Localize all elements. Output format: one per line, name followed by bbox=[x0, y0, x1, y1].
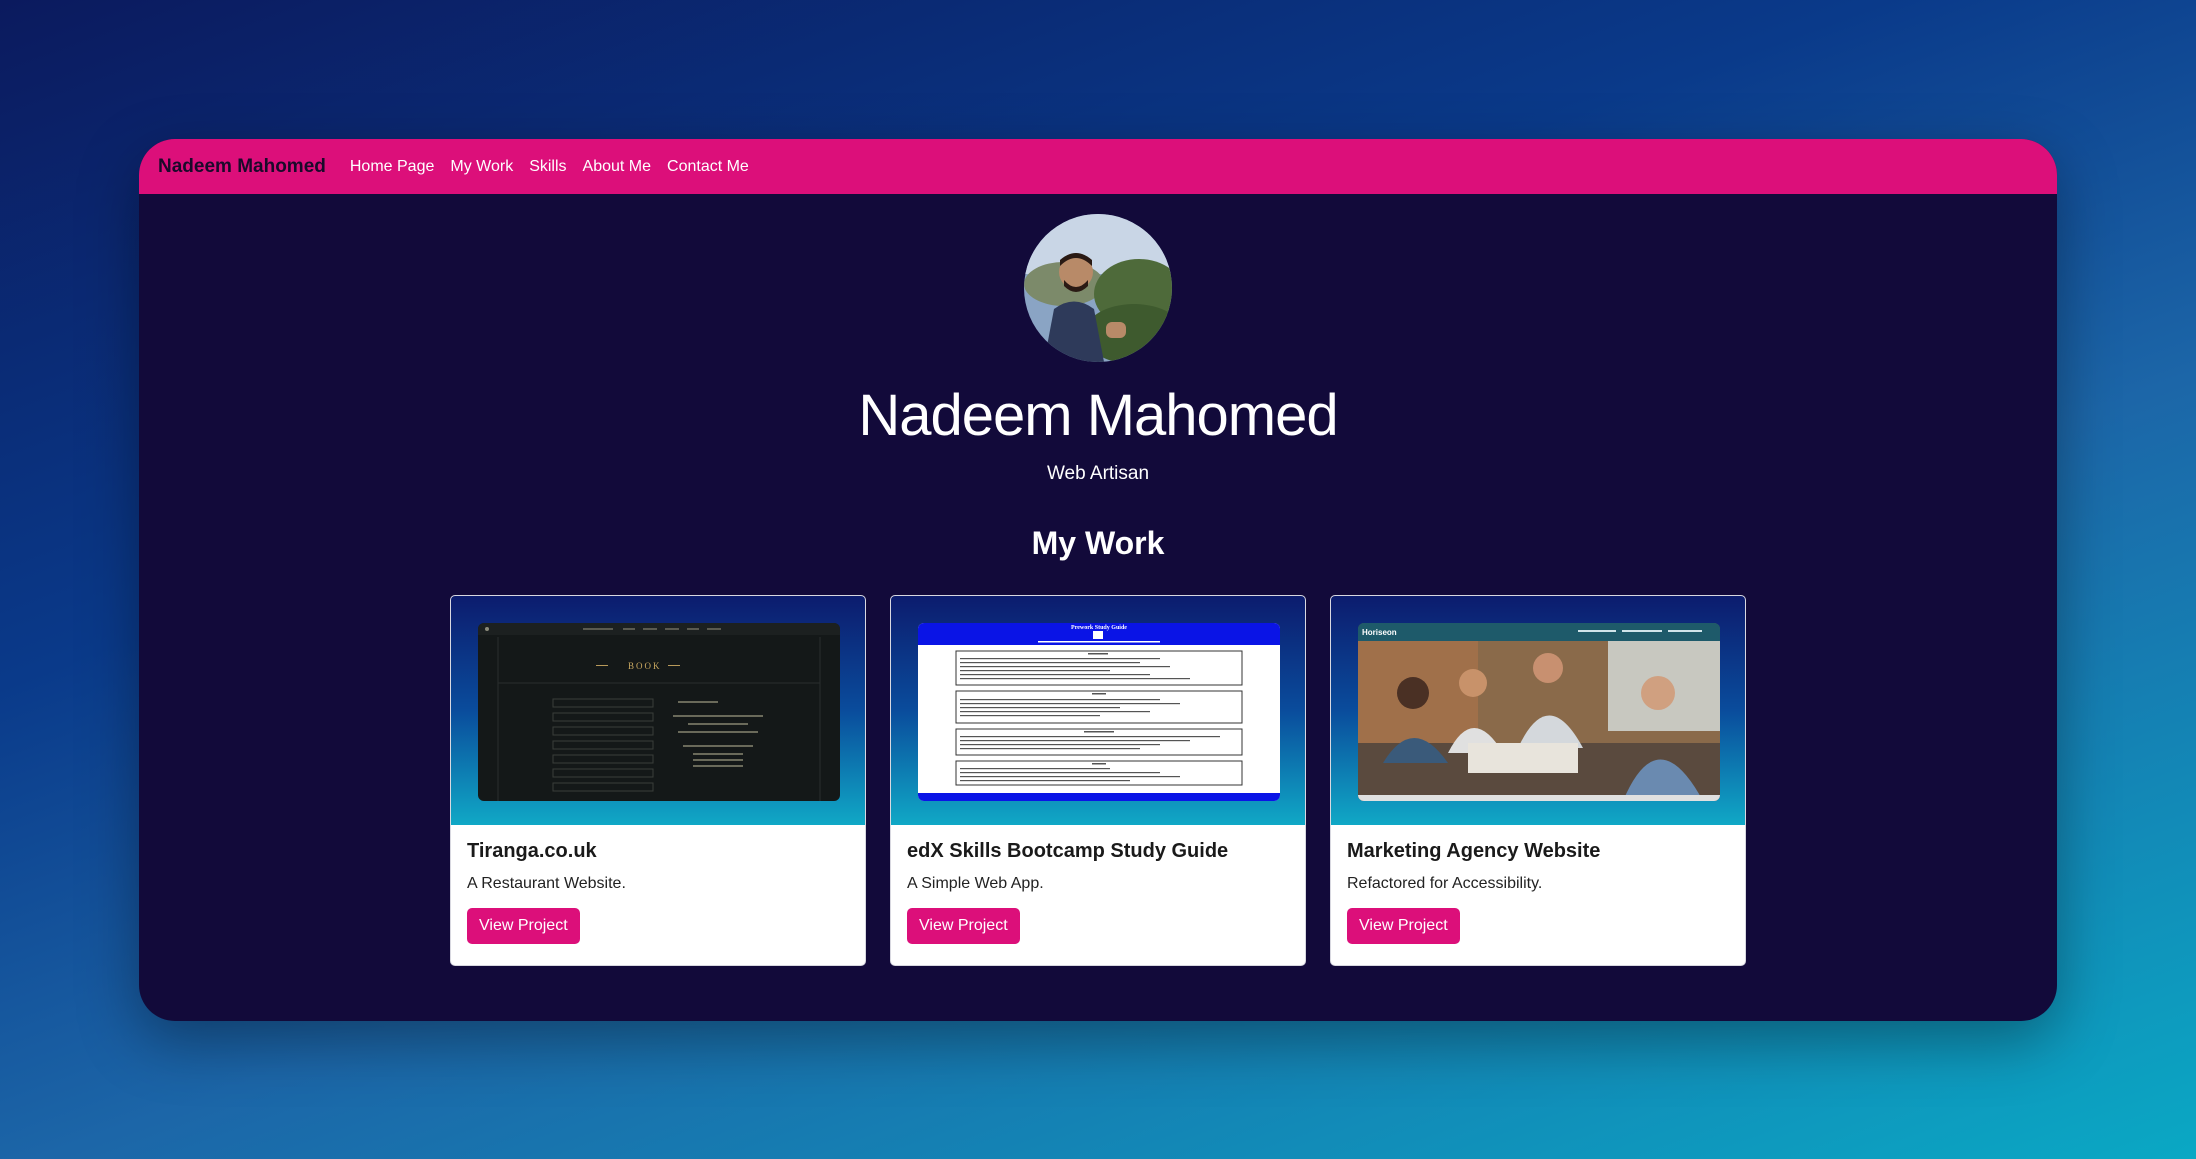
card-description: A Simple Web App. bbox=[907, 875, 1044, 892]
card-body: edX Skills Bootcamp Study Guide A Simple… bbox=[891, 825, 1305, 959]
view-project-button[interactable]: View Project bbox=[467, 908, 580, 944]
portfolio-window: Nadeem Mahomed Home Page My Work Skills … bbox=[139, 139, 2057, 1021]
project-screenshot-restaurant: BOOK bbox=[478, 623, 840, 801]
hero-tagline: Web Artisan bbox=[1046, 463, 1150, 484]
project-screenshot-study-guide: Prework Study Guide bbox=[918, 623, 1280, 801]
svg-text:Prework Study Guide: Prework Study Guide bbox=[1071, 625, 1127, 631]
hero-name: Nadeem Mahomed bbox=[858, 383, 1338, 448]
card-title: edX Skills Bootcamp Study Guide bbox=[907, 840, 1229, 862]
nav-link-my-work[interactable]: My Work bbox=[450, 158, 513, 176]
card-title: Tiranga.co.uk bbox=[467, 840, 597, 862]
navbar: Nadeem Mahomed Home Page My Work Skills … bbox=[139, 139, 2057, 194]
card-body: Marketing Agency Website Refactored for … bbox=[1331, 825, 1745, 959]
section-title-my-work: My Work bbox=[1031, 525, 1165, 561]
view-project-button[interactable]: View Project bbox=[907, 908, 1020, 944]
nav-link-about[interactable]: About Me bbox=[583, 158, 651, 176]
svg-text:BOOK: BOOK bbox=[628, 661, 662, 671]
card-body: Tiranga.co.uk A Restaurant Website. View… bbox=[451, 825, 865, 959]
project-screenshot-marketing: Horiseon bbox=[1358, 623, 1720, 801]
nav-link-home[interactable]: Home Page bbox=[350, 158, 435, 176]
card-title: Marketing Agency Website bbox=[1347, 840, 1601, 862]
project-card: BOOK Tiranga.co.uk A Restaurant Website.… bbox=[450, 595, 866, 966]
nav-link-contact[interactable]: Contact Me bbox=[667, 158, 749, 176]
project-card: Horiseon Marketing Agency Website Refact… bbox=[1330, 595, 1746, 966]
card-description: A Restaurant Website. bbox=[467, 875, 626, 892]
view-project-button[interactable]: View Project bbox=[1347, 908, 1460, 944]
card-description: Refactored for Accessibility. bbox=[1347, 875, 1543, 892]
project-thumbnail: Horiseon bbox=[1331, 596, 1745, 825]
project-thumbnail: Prework Study Guide bbox=[891, 596, 1305, 825]
hero-section: Nadeem Mahomed Web Artisan My Work bbox=[139, 194, 2057, 562]
svg-text:Horiseon: Horiseon bbox=[1362, 628, 1397, 637]
project-card: Prework Study Guide edX Skills Bootcamp … bbox=[890, 595, 1306, 966]
nav-link-skills[interactable]: Skills bbox=[529, 158, 566, 176]
project-cards: BOOK Tiranga.co.uk A Restaurant Website.… bbox=[450, 595, 1746, 966]
avatar bbox=[1024, 214, 1172, 362]
project-thumbnail: BOOK bbox=[451, 596, 865, 825]
brand-link[interactable]: Nadeem Mahomed bbox=[158, 156, 326, 178]
